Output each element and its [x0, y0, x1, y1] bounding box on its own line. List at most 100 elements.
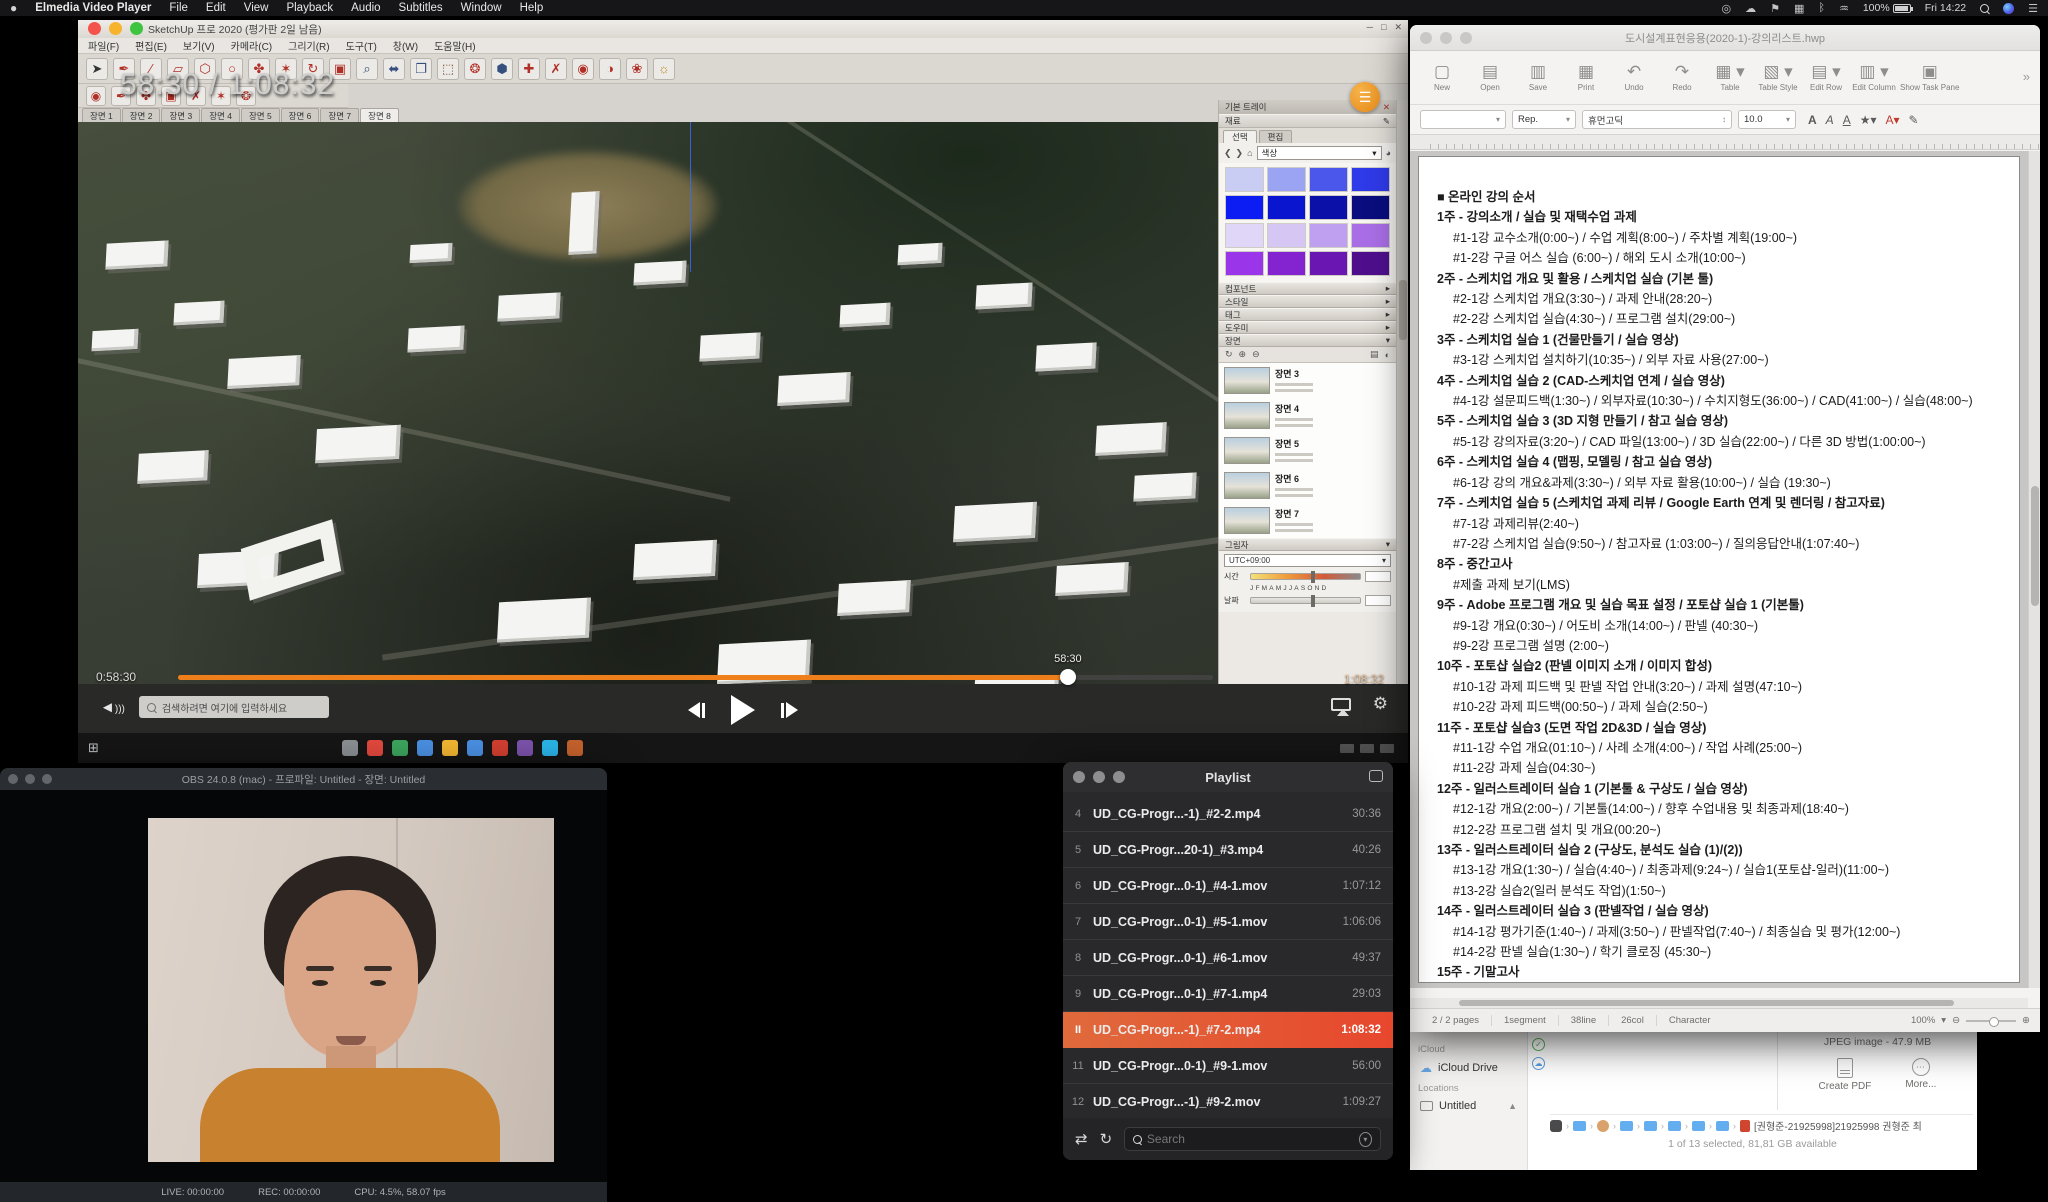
recorder-menu-button[interactable]: ☰	[1350, 82, 1380, 112]
sidebar-item-untitled[interactable]: Untitled ▲	[1418, 1098, 1519, 1114]
crumb-folder-icon[interactable]	[1644, 1121, 1657, 1131]
win-close-icon[interactable]: ✕	[1394, 22, 1402, 33]
style-combo[interactable]: ▾	[1420, 110, 1506, 129]
more-button[interactable]: ⋯ More...	[1905, 1058, 1936, 1092]
scene-list-item[interactable]: 장면 3	[1219, 363, 1396, 398]
materials-tab[interactable]: 편집	[1259, 130, 1293, 143]
paint-icon[interactable]: ◕	[1386, 148, 1391, 158]
hwp-toolbar-button[interactable]: ▣ Show Task Pane	[1900, 63, 1959, 92]
menubar-menu-item[interactable]: Playback	[286, 2, 333, 14]
time-slider[interactable]	[1250, 573, 1361, 580]
scene-tab[interactable]: 장면 4	[201, 108, 240, 122]
remove-scene-icon[interactable]: ⊖	[1252, 349, 1260, 360]
tray-section-bar[interactable]: 스타일 ▸	[1219, 295, 1396, 308]
date-slider[interactable]	[1250, 597, 1361, 604]
win-minimize-icon[interactable]: ─	[1367, 22, 1373, 33]
back-arrow-icon[interactable]: ❮	[1224, 148, 1232, 159]
scenes-section-bar[interactable]: 장면 ▾	[1219, 334, 1396, 347]
taskbar-app-icon[interactable]	[417, 740, 433, 756]
tool-icon[interactable]: ◉	[86, 86, 106, 106]
materials-panel-header[interactable]: 재료 ✎	[1219, 114, 1396, 128]
hwp-toolbar-button[interactable]: ▤ ▾ Edit Row	[1804, 63, 1848, 92]
wifi-icon[interactable]: ♒	[1839, 2, 1849, 15]
hwp-toolbar-button[interactable]: ▤ Open	[1468, 63, 1512, 92]
shadows-section-bar[interactable]: 그림자 ▾	[1219, 538, 1396, 551]
color-swatch[interactable]	[1309, 251, 1348, 276]
menubar-menu-item[interactable]: Audio	[351, 2, 380, 14]
tool-icon[interactable]: ⌕	[356, 58, 378, 80]
scene-tab[interactable]: 장면 6	[281, 108, 320, 122]
tool-icon[interactable]: ⬌	[383, 58, 405, 80]
taskbar-app-icon[interactable]	[442, 740, 458, 756]
highlight-button[interactable]: ★▾	[1860, 113, 1877, 127]
color-swatch[interactable]	[1351, 195, 1390, 220]
color-swatch[interactable]	[1309, 195, 1348, 220]
playlist-row[interactable]: 11 UD_CG-Progr...0-1)_#9-1.mov 56:00	[1063, 1048, 1393, 1084]
taskbar-app-icon[interactable]	[467, 740, 483, 756]
hwp-toolbar-button[interactable]: ▥ ▾ Edit Column	[1852, 63, 1896, 92]
volume-icon[interactable]: ◄)))	[100, 699, 125, 716]
color-swatch[interactable]	[1309, 167, 1348, 192]
taskbar-app-icon[interactable]	[367, 740, 383, 756]
play-button[interactable]	[731, 695, 755, 725]
cloud-icon[interactable]: ☁	[1745, 2, 1756, 15]
hwp-toolbar-button[interactable]: ↷ Redo	[1660, 63, 1704, 92]
search-input[interactable]	[1147, 1132, 1353, 1146]
next-button[interactable]	[781, 702, 798, 718]
control-center-icon[interactable]: ☰	[2028, 2, 2038, 15]
tool-icon[interactable]: ✗	[545, 58, 567, 80]
hwp-traffic-lights[interactable]	[1420, 32, 1472, 44]
tool-icon[interactable]: ❀	[626, 58, 648, 80]
scene-list-item[interactable]: 장면 7	[1219, 503, 1396, 538]
hwp-horizontal-scrollbar[interactable]	[1410, 998, 2028, 1008]
scene-list-item[interactable]: 장면 4	[1219, 398, 1396, 433]
rep-combo[interactable]: Rep.▾	[1512, 110, 1576, 129]
details-icon[interactable]: ◐	[1385, 350, 1390, 360]
color-swatch[interactable]	[1351, 167, 1390, 192]
playlist-row[interactable]: 9 UD_CG-Progr...0-1)_#7-1.mp4 29:03	[1063, 976, 1393, 1012]
sketchup-window-buttons[interactable]: ─ □ ✕	[1367, 22, 1402, 33]
add-scene-icon[interactable]: ⊕	[1239, 349, 1247, 360]
taskbar-app-icon[interactable]	[567, 740, 583, 756]
materials-tab[interactable]: 선택	[1223, 130, 1257, 143]
color-swatch[interactable]	[1267, 167, 1306, 192]
eyedropper-icon[interactable]: ✎	[1383, 116, 1390, 127]
tray-close-icon[interactable]: ✕	[1383, 102, 1390, 113]
hwp-toolbar-button[interactable]: ▧ ▾ Table Style	[1756, 63, 1800, 92]
view-options-icon[interactable]: ▤	[1370, 349, 1379, 360]
forward-arrow-icon[interactable]: ❯	[1236, 148, 1244, 159]
previous-button[interactable]	[688, 702, 705, 718]
tool-icon[interactable]: ⬚	[437, 58, 459, 80]
crumb-home-icon[interactable]	[1597, 1120, 1609, 1132]
playlist-row[interactable]: 8 UD_CG-Progr...0-1)_#6-1.mov 49:37	[1063, 940, 1393, 976]
playlist-row[interactable]: 4 UD_CG-Progr...-1)_#2-2.mp4 30:36	[1063, 796, 1393, 832]
crumb-folder-icon[interactable]	[1716, 1121, 1729, 1131]
scene-tab[interactable]: 장면 2	[122, 108, 161, 122]
sketchup-menu-item[interactable]: 카메라(C)	[231, 38, 272, 53]
color-swatch[interactable]	[1225, 251, 1264, 276]
sketchup-menu-item[interactable]: 그리기(R)	[288, 38, 329, 53]
playlist-traffic-lights[interactable]	[1073, 771, 1125, 783]
menubar-menu-item[interactable]: Subtitles	[399, 2, 443, 14]
taskbar-app-icon[interactable]	[392, 740, 408, 756]
scene-list-item[interactable]: 장면 6	[1219, 468, 1396, 503]
zoom-slider[interactable]	[1966, 1020, 2016, 1022]
minimize-button[interactable]	[109, 22, 122, 35]
taskbar-app-icon[interactable]	[342, 740, 358, 756]
scene-tab[interactable]: 장면 1	[82, 108, 121, 122]
create-pdf-button[interactable]: Create PDF	[1819, 1058, 1872, 1092]
tool-icon[interactable]: ❐	[410, 58, 432, 80]
tool-icon[interactable]: ✚	[518, 58, 540, 80]
tool-icon[interactable]: ☼	[653, 58, 675, 80]
bookmark-icon[interactable]: ⚑	[1770, 2, 1780, 15]
color-swatch[interactable]	[1267, 195, 1306, 220]
tray-section-bar[interactable]: 도우미 ▸	[1219, 321, 1396, 334]
time-field[interactable]	[1365, 571, 1391, 582]
sketchup-menu-item[interactable]: 편집(E)	[135, 38, 167, 53]
tray-section-bar[interactable]: 컴포넌트 ▸	[1219, 282, 1396, 295]
zoom-out-icon[interactable]: ⊖	[1952, 1015, 1960, 1026]
taskbar-app-icon[interactable]	[542, 740, 558, 756]
color-swatch[interactable]	[1225, 195, 1264, 220]
crumb-folder-icon[interactable]	[1620, 1121, 1633, 1131]
bold-button[interactable]: A	[1808, 113, 1817, 127]
